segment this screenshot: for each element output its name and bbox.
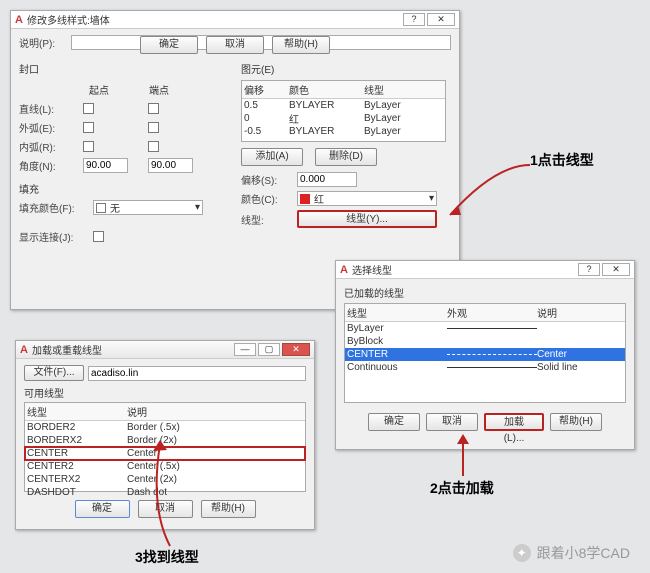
ok-button[interactable]: 确定 [368, 413, 420, 431]
line-start-checkbox[interactable] [83, 103, 94, 114]
select-titlebar: A 选择线型 ? ✕ [336, 261, 634, 279]
angle-start-input[interactable] [83, 158, 128, 173]
dialog-title: 修改多线样式:墙体 [27, 12, 110, 27]
end-column-header: 端点 [149, 82, 169, 97]
elements-section-label: 图元(E) [241, 61, 446, 76]
app-logo-icon: A [340, 264, 348, 276]
fill-color-value: 无 [110, 200, 120, 215]
elements-col-ltype: 线型 [364, 82, 384, 97]
add-element-button[interactable]: 添加(A) [241, 148, 303, 166]
load-titlebar: A 加载或重载线型 — ▢ ✕ [16, 341, 314, 359]
watermark: ✦ 跟着小8学CAD [513, 543, 630, 563]
close-button[interactable]: ✕ [602, 263, 630, 276]
help-button[interactable]: 帮助(H) [550, 413, 602, 431]
available-linetypes-list[interactable]: 线型 说明 BORDER2Border (.5x) BORDERX2Border… [24, 402, 306, 492]
list-item[interactable]: BORDER2Border (.5x) [25, 421, 305, 434]
outer-arc-label: 外弧(E): [19, 120, 79, 135]
dialog-title: 选择线型 [352, 262, 392, 277]
chevron-down-icon: ▾ [429, 193, 434, 204]
color-value: 红 [314, 191, 324, 206]
help-button[interactable]: 帮助(H) [272, 36, 330, 54]
cancel-button[interactable]: 取消 [138, 500, 193, 518]
help-button[interactable]: 帮助(H) [201, 500, 256, 518]
inner-end-checkbox[interactable] [148, 141, 159, 152]
app-logo-icon: A [15, 14, 23, 26]
available-linetypes-label: 可用线型 [24, 385, 306, 400]
minimize-button[interactable]: — [234, 343, 256, 356]
elements-list[interactable]: 偏移 颜色 线型 0.5BYLAYERByLayer 0红ByLayer -0.… [241, 80, 446, 142]
angle-label: 角度(N): [19, 158, 79, 173]
linetype-button[interactable]: 线型(Y)... [297, 210, 437, 228]
fill-section-label: 填充 [19, 181, 229, 196]
callout-1: 1点击线型 [530, 150, 594, 170]
caps-section-label: 封口 [19, 61, 229, 76]
elements-col-color: 颜色 [289, 82, 364, 97]
list-item[interactable]: CENTERX2Center (2x) [25, 473, 305, 486]
ok-button[interactable]: 确定 [75, 500, 130, 518]
offset-input[interactable] [297, 172, 357, 187]
inner-arc-label: 内弧(R): [19, 139, 79, 154]
linetype-label: 线型: [241, 212, 293, 227]
ltype-col-name: 线型 [347, 305, 447, 320]
select-linetype-dialog: A 选择线型 ? ✕ 已加载的线型 线型 外观 说明 ByLayer ByBlo… [335, 260, 635, 450]
list-item-selected[interactable]: CENTERCenter [345, 348, 625, 361]
loaded-linetypes-list[interactable]: 线型 外观 说明 ByLayer ByBlock CENTERCenter Co… [344, 303, 626, 403]
outer-end-checkbox[interactable] [148, 122, 159, 133]
fill-color-dropdown[interactable]: 无 ▾ [93, 200, 203, 215]
cancel-button[interactable]: 取消 [206, 36, 264, 54]
start-column-header: 起点 [89, 82, 109, 97]
ltype-col-desc: 说明 [537, 305, 557, 320]
file-path-input[interactable] [88, 366, 306, 381]
outer-start-checkbox[interactable] [83, 122, 94, 133]
inner-start-checkbox[interactable] [83, 141, 94, 152]
maximize-button[interactable]: ▢ [258, 343, 280, 356]
fill-color-label: 填充颜色(F): [19, 200, 89, 215]
load-linetype-dialog: A 加载或重载线型 — ▢ ✕ 文件(F)... 可用线型 线型 说明 BORD… [15, 340, 315, 530]
list-item[interactable]: ByLayer [345, 322, 625, 335]
offset-label: 偏移(S): [241, 172, 293, 187]
list-item-highlighted[interactable]: CENTERCenter [25, 447, 305, 460]
element-row[interactable]: 0红ByLayer [242, 112, 445, 125]
help-titlebar-button[interactable]: ? [403, 13, 425, 26]
main-titlebar: A 修改多线样式:墙体 ? ✕ [11, 11, 459, 29]
color-dropdown[interactable]: 红 ▾ [297, 191, 437, 206]
file-button[interactable]: 文件(F)... [24, 365, 84, 381]
callout-2: 2点击加载 [430, 478, 494, 498]
wechat-icon: ✦ [513, 544, 531, 562]
cancel-button[interactable]: 取消 [426, 413, 478, 431]
list-item[interactable]: DASHDOTDash dot [25, 486, 305, 499]
ltype-col-appearance: 外观 [447, 305, 537, 320]
load-button[interactable]: 加载(L)... [484, 413, 544, 431]
callout-3: 3找到线型 [135, 547, 199, 567]
close-button[interactable]: ✕ [282, 343, 310, 356]
close-button[interactable]: ✕ [427, 13, 455, 26]
loaded-linetypes-label: 已加载的线型 [344, 285, 626, 300]
list-item[interactable]: CENTER2Center (.5x) [25, 460, 305, 473]
watermark-text: 跟着小8学CAD [537, 543, 630, 563]
element-row[interactable]: -0.5BYLAYERByLayer [242, 125, 445, 138]
list-item[interactable]: ContinuousSolid line [345, 361, 625, 374]
show-join-checkbox[interactable] [93, 231, 104, 242]
line-cap-label: 直线(L): [19, 101, 79, 116]
line-end-checkbox[interactable] [148, 103, 159, 114]
delete-element-button[interactable]: 删除(D) [315, 148, 377, 166]
show-join-label: 显示连接(J): [19, 229, 89, 244]
chevron-down-icon: ▾ [195, 202, 200, 213]
help-titlebar-button[interactable]: ? [578, 263, 600, 276]
ltype-col-desc: 说明 [127, 404, 147, 419]
color-label: 颜色(C): [241, 191, 293, 206]
ltype-col-name: 线型 [27, 404, 127, 419]
list-item[interactable]: ByBlock [345, 335, 625, 348]
elements-col-offset: 偏移 [244, 82, 289, 97]
none-swatch-icon [96, 203, 106, 213]
angle-end-input[interactable] [148, 158, 193, 173]
red-swatch-icon [300, 194, 310, 204]
app-logo-icon: A [20, 344, 28, 356]
list-item[interactable]: BORDERX2Border (2x) [25, 434, 305, 447]
ok-button[interactable]: 确定 [140, 36, 198, 54]
dialog-title: 加载或重载线型 [32, 342, 102, 357]
